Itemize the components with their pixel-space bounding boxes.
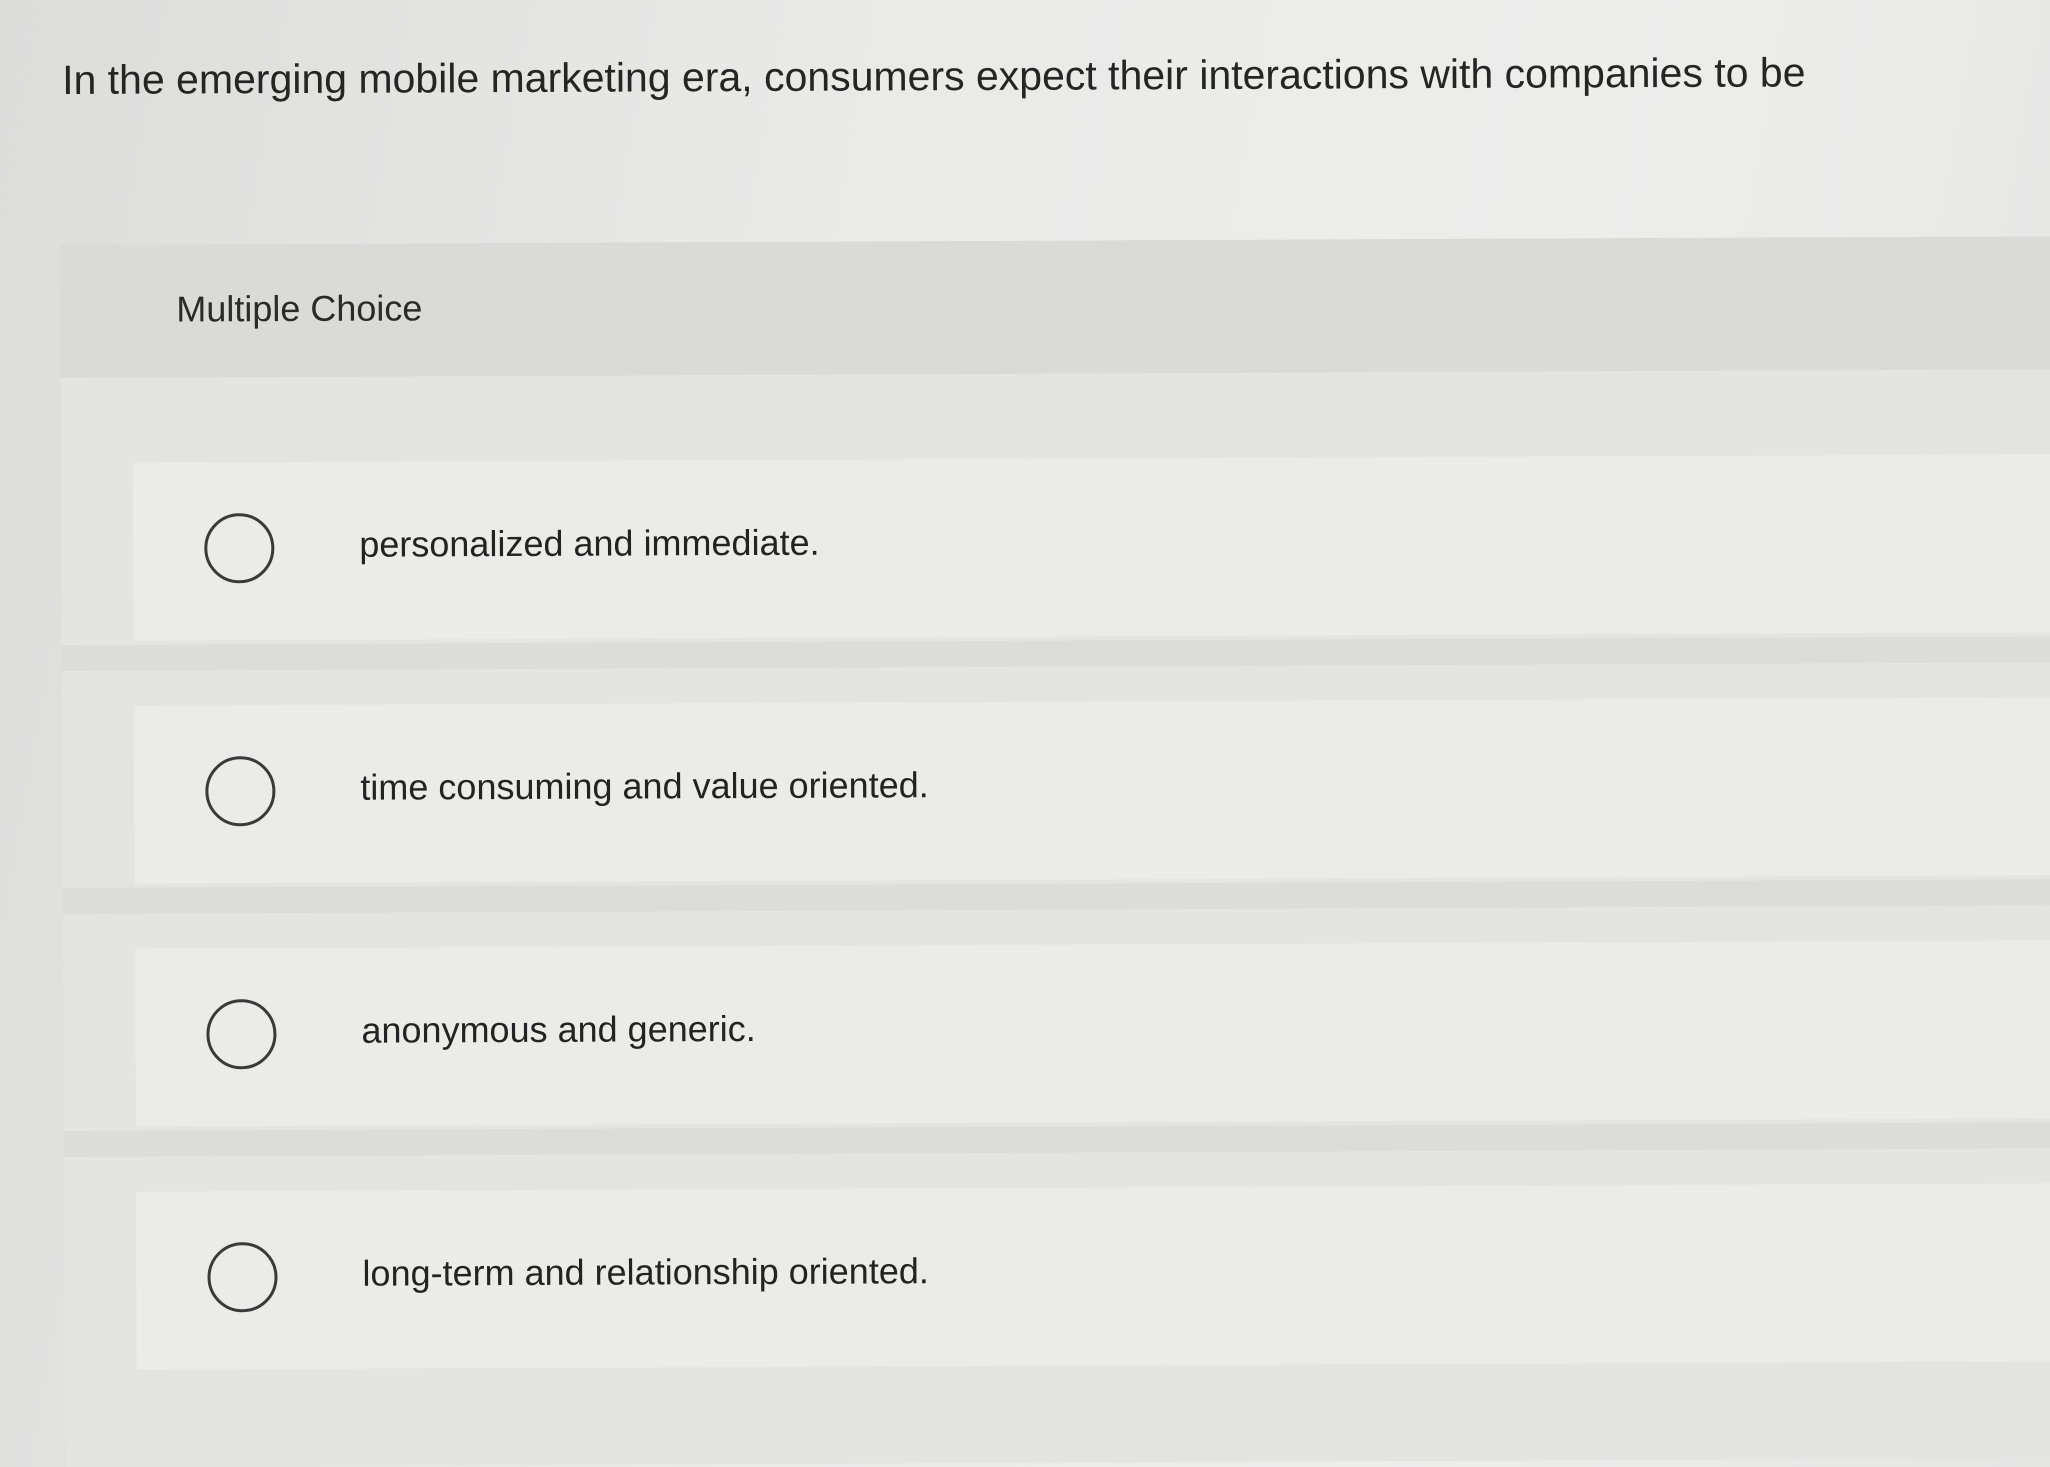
question-type-label: Multiple Choice — [176, 287, 423, 330]
divider — [62, 879, 2050, 914]
card-header: Multiple Choice — [60, 236, 2050, 378]
answer-option-b[interactable]: time consuming and value oriented. — [134, 697, 2050, 884]
question-text: In the emerging mobile marketing era, co… — [62, 49, 1806, 103]
divider — [61, 636, 2050, 671]
answer-option-label[interactable]: anonymous and generic. — [361, 1008, 755, 1052]
answer-option-label[interactable]: long-term and relationship oriented. — [362, 1250, 929, 1294]
answer-option-label[interactable]: time consuming and value oriented. — [360, 764, 929, 808]
divider — [63, 1122, 2050, 1157]
radio-button-d[interactable] — [207, 1242, 278, 1313]
radio-button-c[interactable] — [206, 999, 277, 1070]
multiple-choice-card: Multiple Choice personalized and immedia… — [60, 236, 2050, 1467]
answer-option-label[interactable]: personalized and immediate. — [359, 522, 819, 566]
answer-option-d[interactable]: long-term and relationship oriented. — [136, 1183, 2050, 1370]
radio-button-a[interactable] — [204, 513, 275, 584]
radio-button-b[interactable] — [205, 756, 276, 827]
answer-option-a[interactable]: personalized and immediate. — [132, 454, 2050, 641]
answer-option-c[interactable]: anonymous and generic. — [135, 940, 2050, 1127]
page-background: In the emerging mobile marketing era, co… — [0, 0, 2050, 1467]
